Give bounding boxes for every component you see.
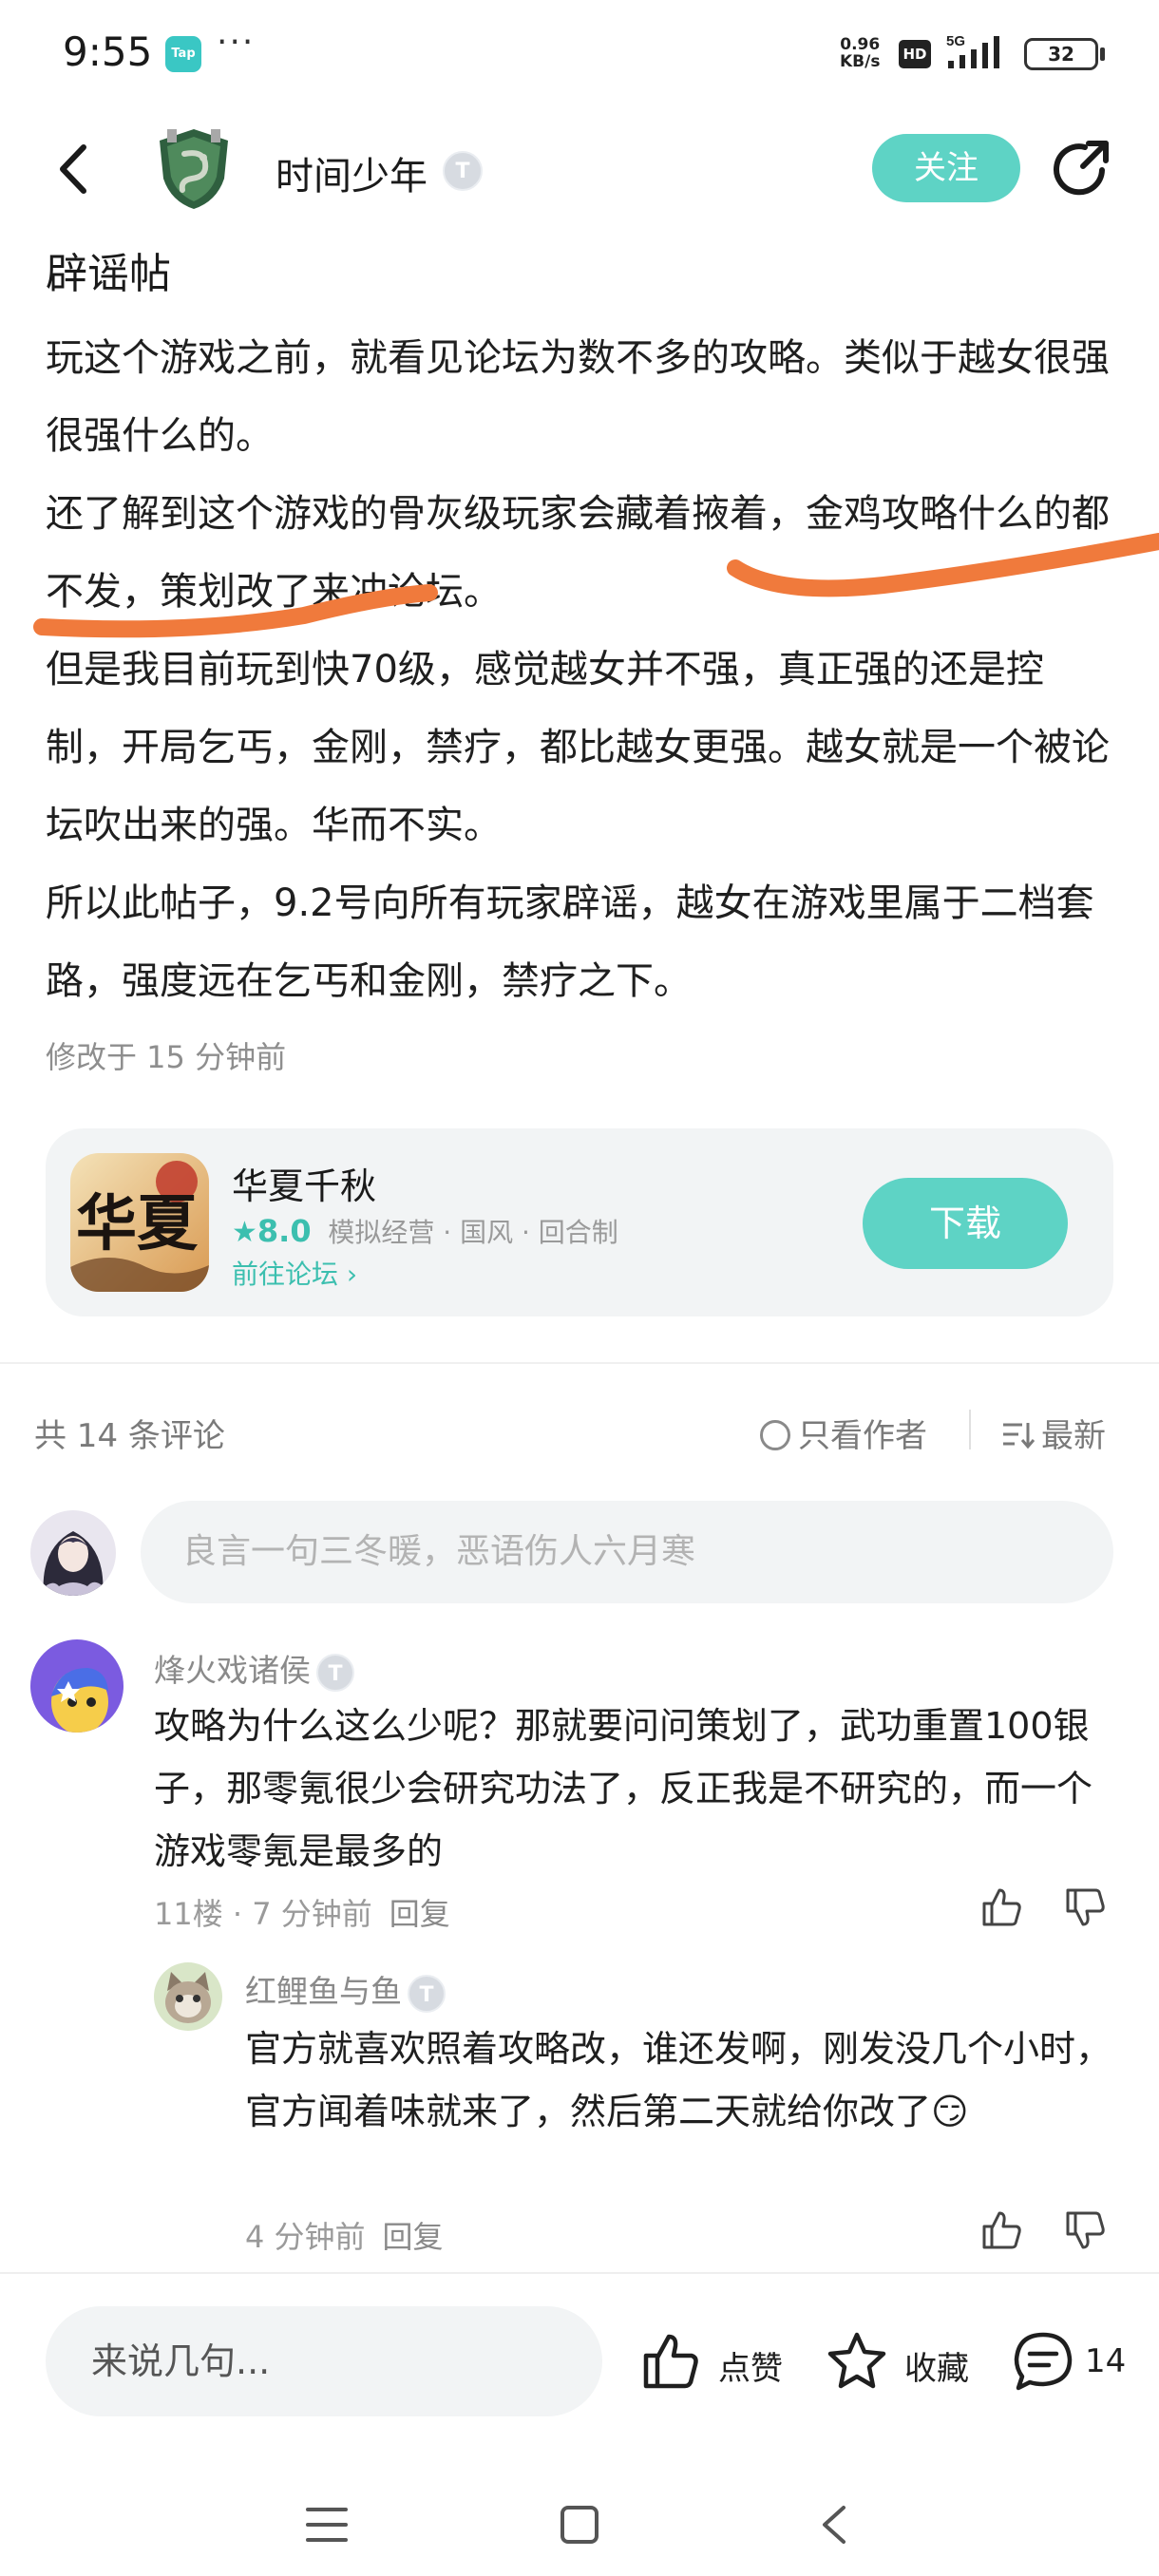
sort-icon (1003, 1423, 1036, 1449)
user-level-badge-icon (443, 151, 483, 191)
favorite-star-icon (827, 2332, 886, 2389)
thumb-down-icon[interactable] (1062, 1885, 1108, 1930)
sort-button[interactable]: 最新 (1001, 1410, 1106, 1456)
edited-time: 修改于 15 分钟前 (46, 1039, 287, 1075)
back-arrow-icon[interactable] (42, 136, 108, 202)
comment-bubble-icon (1014, 2332, 1073, 2391)
network-speed: 0.96 KB/s (840, 36, 880, 70)
post-paragraph: 玩这个游戏之前，就看见论坛为数不多的攻略。类似于越女很强很强什么的。 (46, 336, 1110, 458)
go-to-forum-link[interactable]: 前往论坛 › (232, 1254, 357, 1292)
game-icon-art: 华夏 (70, 1153, 209, 1292)
game-name[interactable]: 华夏千秋 (232, 1157, 376, 1209)
my-avatar (30, 1510, 116, 1596)
follow-button[interactable]: 关注 (872, 134, 1020, 202)
reply-input[interactable]: 来说几句... (46, 2306, 602, 2416)
section-divider (0, 1362, 1159, 1364)
like-button[interactable]: 点赞 (638, 2325, 790, 2397)
author-only-label[interactable]: 只看作者 (798, 1417, 927, 1455)
more-notifications-icon: ··· (217, 23, 256, 62)
radio-circle-icon[interactable] (760, 1420, 790, 1450)
forum-link-label[interactable]: 前往论坛 (232, 1259, 338, 1290)
battery-tip (1100, 47, 1105, 61)
reply-avatar-art (154, 1962, 222, 2031)
signal-icon: 5G (946, 33, 999, 68)
status-bar: 9:55 Tap ··· 0.96 KB/s HD 5G 32 (0, 0, 1159, 109)
nav-home-icon[interactable] (559, 2504, 600, 2546)
favorite-button[interactable]: 收藏 (825, 2325, 986, 2397)
post-paragraph: 但是我目前玩到快70级，感觉越女并不强，真正强的还是控制，开局乞丐，金刚，禁疗，… (46, 648, 1110, 847)
my-avatar-art (30, 1510, 116, 1596)
reply-commenter-name[interactable]: 红鲤鱼与鱼 (245, 1966, 446, 2015)
comment-input[interactable]: 良言一句三冬暖，恶语伤人六月寒 (141, 1501, 1113, 1603)
network-speed-value: 0.96 (840, 35, 881, 54)
comment-meta: 11楼 · 7 分钟前 回复 (154, 1890, 450, 1934)
comment-count: 共 14 条评论 (34, 1417, 225, 1455)
comments-button[interactable]: 14 (1011, 2325, 1134, 2397)
post-paragraph: 还了解到这个游戏的骨灰级玩家会藏着掖着，金鸡攻略什么的都不发，策划改了来冲论坛。 (46, 492, 1110, 614)
system-nav-bar (0, 2470, 1159, 2576)
download-button[interactable]: 下载 (863, 1178, 1068, 1269)
bottom-divider (0, 2272, 1159, 2274)
commenter-name[interactable]: 烽火戏诸侯 (154, 1645, 354, 1694)
battery-icon: 32 (1024, 38, 1098, 70)
reply-commenter-name-label[interactable]: 红鲤鱼与鱼 (245, 1973, 402, 2010)
network-speed-unit: KB/s (840, 52, 881, 71)
comment-count-label[interactable]: 14 (1085, 2342, 1126, 2380)
game-score: 8.0 (256, 1213, 312, 1249)
divider (969, 1410, 971, 1449)
author-avatar[interactable] (150, 125, 238, 213)
thumb-up-icon[interactable] (978, 1885, 1024, 1930)
like-icon (643, 2334, 698, 2389)
sort-label[interactable]: 最新 (1041, 1417, 1106, 1455)
game-icon-calligraphy: 华夏 (76, 1188, 199, 1260)
network-type-label: 5G (946, 33, 965, 49)
author-only-toggle[interactable]: 只看作者 (760, 1410, 927, 1456)
reply-meta: 4 分钟前 回复 (245, 2213, 444, 2257)
reply-button[interactable]: 回复 (390, 1896, 450, 1932)
game-tags: 模拟经营 · 国风 · 回合制 (328, 1217, 618, 1248)
taptap-notification-icon: Tap (165, 36, 201, 72)
comment-floor-time: 11楼 · 7 分钟前 (154, 1896, 372, 1932)
post-paragraph: 所以此帖子，9.2号向所有玩家辟谣，越女在游戏里属于二档套路，强度远在乞丐和金刚… (46, 881, 1094, 1003)
post-header: 时间少年 关注 (0, 109, 1159, 233)
reply-button[interactable]: 回复 (383, 2219, 444, 2255)
reply-avatar[interactable] (154, 1962, 222, 2031)
user-level-badge-icon (408, 1974, 446, 2015)
reply-time: 4 分钟前 (245, 2219, 366, 2255)
comment-text: 攻略为什么这么少呢？那就要问问策划了，武功重置100银子，那零氪很少会研究功法了… (154, 1705, 1093, 1872)
commenter-avatar[interactable] (30, 1639, 124, 1733)
thumb-up-icon[interactable] (978, 2207, 1024, 2253)
hd-icon: HD (899, 40, 931, 68)
post-title: 辟谣帖 (46, 250, 171, 298)
nav-back-icon[interactable] (815, 2502, 853, 2548)
game-meta: ★8.0 模拟经营 · 国风 · 回合制 (232, 1212, 618, 1250)
star-icon: ★ (232, 1216, 257, 1249)
user-level-badge-icon (316, 1653, 354, 1694)
game-card[interactable]: 华夏 华夏千秋 ★8.0 模拟经营 · 国风 · 回合制 前往论坛 › 下载 (46, 1128, 1113, 1316)
chevron-right-icon: › (346, 1259, 358, 1290)
author-name[interactable]: 时间少年 (276, 145, 428, 200)
game-icon[interactable]: 华夏 (70, 1153, 209, 1292)
share-icon[interactable] (1049, 136, 1115, 202)
like-label[interactable]: 点赞 (718, 2342, 783, 2389)
nav-menu-icon[interactable] (304, 2504, 350, 2546)
commenter-name-label[interactable]: 烽火戏诸侯 (154, 1652, 311, 1689)
reply-text: 官方就喜欢照着攻略改，谁还发啊，刚发没几个小时，官方闻着味就来了，然后第二天就给… (245, 2028, 1112, 2132)
post-body: 玩这个游戏之前，就看见论坛为数不多的攻略。类似于越女很强很强什么的。 还了解到这… (46, 319, 1119, 1020)
thumb-down-icon[interactable] (1062, 2207, 1108, 2253)
favorite-label[interactable]: 收藏 (904, 2342, 969, 2389)
status-time: 9:55 (63, 28, 153, 75)
commenter-avatar-art (30, 1639, 124, 1733)
